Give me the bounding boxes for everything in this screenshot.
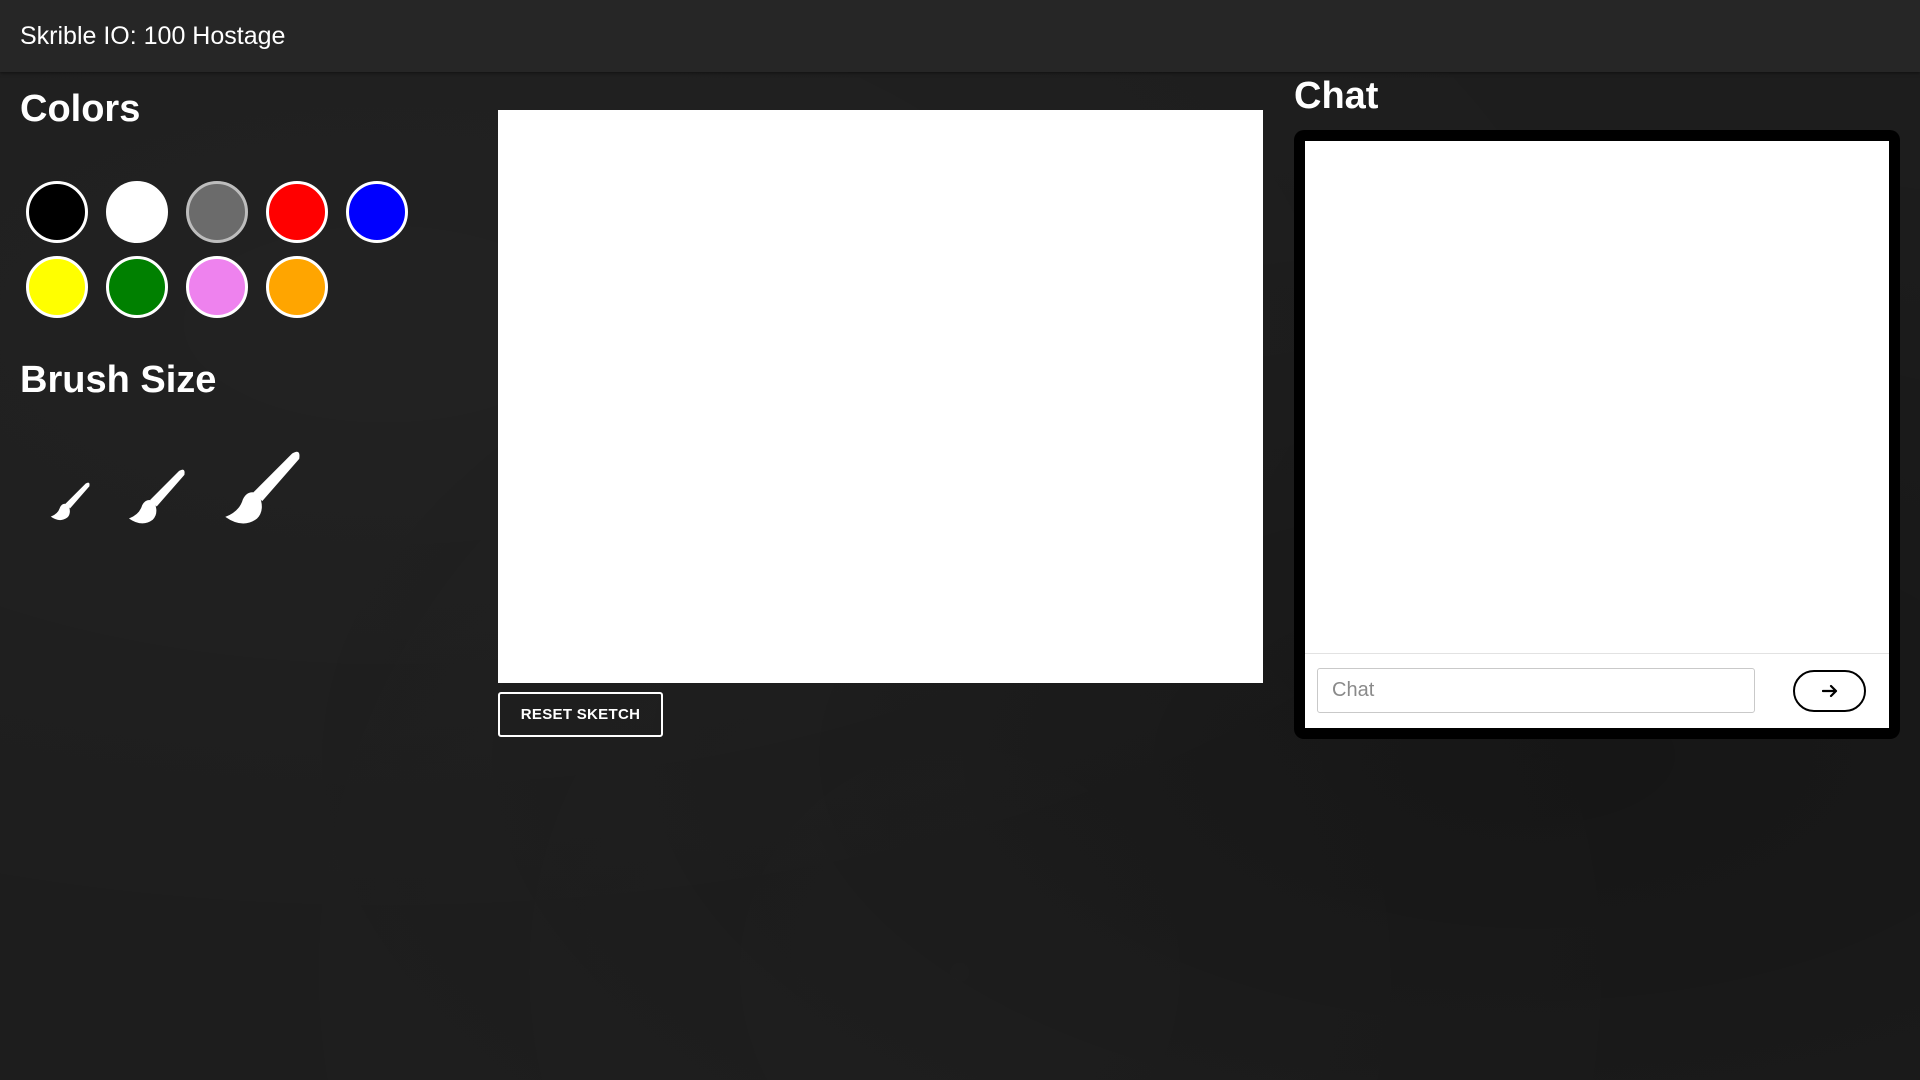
color-swatch-red[interactable] — [266, 181, 328, 243]
arrow-right-icon — [1822, 684, 1838, 698]
color-swatch-violet[interactable] — [186, 256, 248, 318]
top-bar: Skrible IO: 100 Hostage — [0, 0, 1920, 72]
drawing-canvas[interactable] — [498, 110, 1263, 683]
small-brush-icon[interactable] — [48, 478, 94, 524]
color-swatch-black[interactable] — [26, 181, 88, 243]
color-swatch-blue[interactable] — [346, 181, 408, 243]
chat-divider — [1305, 653, 1889, 654]
large-brush-icon[interactable] — [220, 443, 308, 531]
color-swatch-orange[interactable] — [266, 256, 328, 318]
chat-message-list[interactable] — [1305, 141, 1889, 653]
brush-size-heading: Brush Size — [20, 359, 217, 401]
chat-box — [1305, 141, 1889, 728]
reset-sketch-button[interactable]: RESET SKETCH — [498, 692, 663, 737]
medium-brush-icon[interactable] — [125, 463, 191, 529]
color-swatch-yellow[interactable] — [26, 256, 88, 318]
send-message-button[interactable] — [1793, 670, 1866, 712]
color-swatch-green[interactable] — [106, 256, 168, 318]
chat-input[interactable] — [1317, 668, 1755, 713]
color-swatch-gray[interactable] — [186, 181, 248, 243]
color-swatch-white[interactable] — [106, 181, 168, 243]
chat-heading: Chat — [1294, 75, 1379, 117]
chat-panel — [1294, 130, 1900, 739]
colors-heading: Colors — [20, 88, 141, 130]
app-title: Skrible IO: 100 Hostage — [20, 22, 286, 50]
